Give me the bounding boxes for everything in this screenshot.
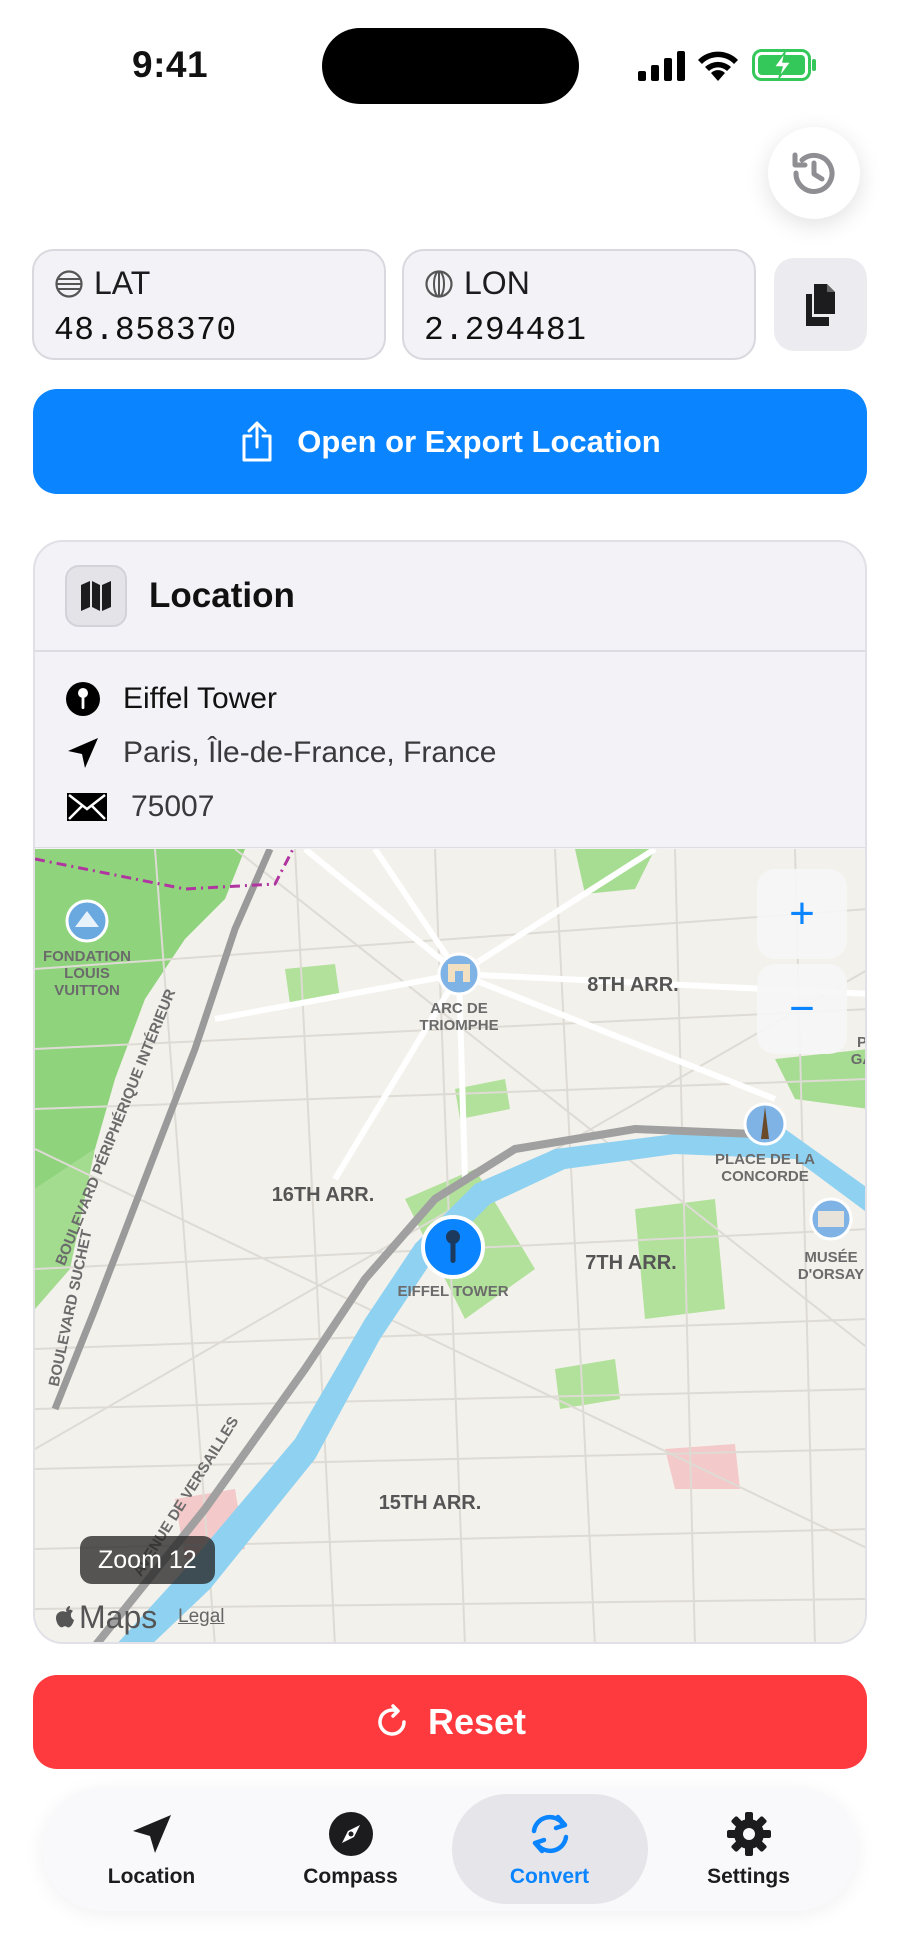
tab-convert-label: Convert (509, 1865, 590, 1888)
location-card-title: Location (149, 576, 295, 615)
label-orsay-line2: D'ORSAY (798, 1266, 864, 1283)
longitude-globe-icon (425, 269, 453, 298)
tab-bar: Location Compass Convert Settings (42, 1787, 858, 1911)
cellular-signal-icon (638, 51, 685, 81)
postal-code: 75007 (131, 790, 215, 823)
zoom-controls: + − (757, 869, 847, 1054)
pin-icon (66, 682, 100, 716)
map-icon-box (65, 565, 127, 627)
tab-location[interactable]: Location (54, 1794, 250, 1904)
maps-attribution-text: Maps (79, 1599, 158, 1635)
label-fondation-line3: VUITTON (54, 982, 120, 999)
legal-link[interactable]: Legal (178, 1606, 225, 1628)
location-card-header: Location (35, 542, 865, 652)
label-arc-line2: TRIOMPHE (419, 1017, 498, 1034)
location-arrow-icon (132, 1815, 171, 1853)
history-icon (792, 152, 835, 194)
export-button-label: Open or Export Location (297, 423, 661, 459)
location-card: Location Eiffel Tower Paris, Île-de-Fran… (33, 540, 867, 1644)
musee-dorsay-poi[interactable] (809, 1197, 853, 1241)
map-canvas[interactable]: FONDATION LOUIS VUITTON ARC DE TRIOMPHE … (35, 849, 867, 1644)
location-arrow-icon (68, 738, 98, 768)
wifi-icon (698, 51, 738, 81)
status-bar: 9:41 (0, 0, 900, 130)
apple-maps-attribution[interactable]: Maps (55, 1599, 157, 1636)
dynamic-island (322, 28, 579, 104)
location-info: Eiffel Tower Paris, Île-de-France, Franc… (35, 652, 865, 848)
postal-code-row: 75007 (65, 780, 835, 834)
tab-convert[interactable]: Convert (451, 1794, 648, 1904)
tab-settings-label: Settings (707, 1865, 790, 1888)
history-button[interactable] (768, 127, 860, 219)
status-time: 9:41 (132, 44, 209, 85)
latitude-label: LAT (94, 265, 151, 301)
label-concorde-line2: CONCORDE (721, 1168, 809, 1185)
place-name-row: Eiffel Tower (65, 672, 835, 726)
latitude-value: 48.858370 (54, 312, 237, 349)
reset-button[interactable]: Reset (33, 1675, 867, 1769)
convert-arrows-icon (531, 1814, 568, 1854)
label-arr15: 15TH ARR. (379, 1492, 482, 1514)
map-icon (81, 581, 111, 611)
tab-compass[interactable]: Compass (253, 1794, 449, 1904)
label-arr7: 7TH ARR. (585, 1252, 676, 1274)
zoom-in-button[interactable]: + (757, 869, 847, 959)
envelope-icon (67, 793, 107, 821)
share-icon (242, 421, 272, 461)
zoom-out-button[interactable]: − (757, 964, 847, 1054)
longitude-label: LON (464, 265, 530, 301)
latitude-globe-icon (55, 269, 83, 298)
latitude-card[interactable]: LAT 48.858370 (32, 249, 386, 360)
reset-icon (378, 1704, 406, 1736)
label-concorde-line1: PLACE DE LA (715, 1151, 815, 1168)
label-fondation-line1: FONDATION (43, 948, 131, 965)
gear-icon (726, 1812, 771, 1856)
label-edge-p: P (857, 1034, 867, 1051)
label-eiffel: EIFFEL TOWER (397, 1283, 508, 1300)
copy-coordinates-button[interactable] (774, 258, 867, 351)
longitude-card[interactable]: LON 2.294481 (402, 249, 756, 360)
place-name: Eiffel Tower (123, 682, 277, 715)
region-text: Paris, Île-de-France, France (123, 736, 497, 769)
zoom-level-badge: Zoom 12 (80, 1536, 215, 1584)
eiffel-tower-selected-pin[interactable] (421, 1215, 485, 1279)
label-edge-ga: GA (851, 1051, 867, 1068)
reset-button-label: Reset (427, 1701, 527, 1742)
place-de-la-concorde-poi[interactable] (743, 1102, 787, 1146)
longitude-value: 2.294481 (424, 312, 587, 349)
arc-de-triomphe-poi[interactable] (437, 952, 481, 996)
open-export-location-button[interactable]: Open or Export Location (33, 389, 867, 494)
compass-icon (328, 1812, 373, 1856)
region-row: Paris, Île-de-France, France (65, 726, 835, 780)
label-arr8: 8TH ARR. (587, 974, 678, 996)
copy-icon (805, 283, 835, 326)
tab-settings[interactable]: Settings (651, 1794, 847, 1904)
label-fondation-line2: LOUIS (64, 965, 110, 982)
tab-location-label: Location (107, 1865, 196, 1888)
battery-charging-icon (752, 49, 816, 81)
tab-compass-label: Compass (303, 1865, 398, 1888)
fondation-louis-vuitton-poi[interactable] (65, 899, 109, 943)
apple-logo-icon (56, 1605, 74, 1627)
map-view[interactable]: FONDATION LOUIS VUITTON ARC DE TRIOMPHE … (35, 849, 867, 1644)
label-arr16: 16TH ARR. (272, 1184, 375, 1206)
label-orsay-line1: MUSÉE (804, 1249, 857, 1266)
label-arc-line1: ARC DE (430, 1000, 488, 1017)
